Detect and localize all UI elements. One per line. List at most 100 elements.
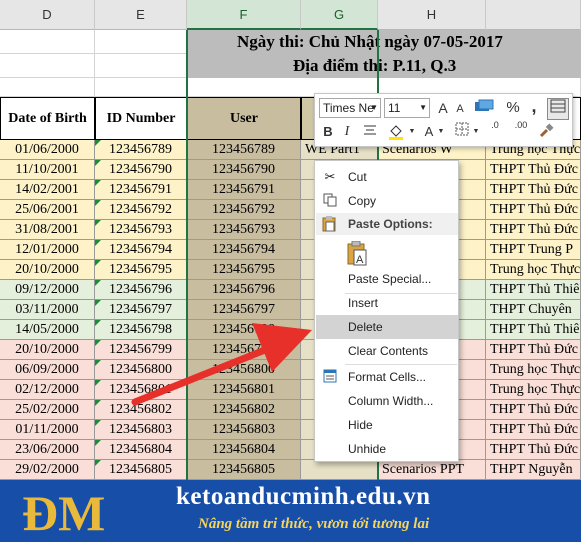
cell[interactable]	[95, 54, 187, 78]
font-size-combo[interactable]: 11 ▼	[384, 98, 430, 118]
table-row[interactable]: 03/11/2000123456797123456797ETHPT Chuyên	[0, 300, 581, 320]
cell-dob[interactable]: 29/02/2000	[0, 460, 95, 480]
menu-item-copy[interactable]: Copy	[316, 189, 458, 213]
grow-font-button[interactable]: A	[435, 98, 451, 118]
cell-dob[interactable]: 31/08/2001	[0, 220, 95, 240]
cell-user[interactable]: 123456793	[187, 220, 301, 240]
cell-h2[interactable]: Trung học Thực	[486, 260, 581, 280]
cell-dob[interactable]: 25/06/2001	[0, 200, 95, 220]
cell-user[interactable]: 123456790	[187, 160, 301, 180]
chevron-down-icon[interactable]: ▼	[408, 122, 416, 142]
borders-button[interactable]	[453, 122, 471, 142]
cell-h2[interactable]: THPT Thủ Đức	[486, 200, 581, 220]
cell-user[interactable]: 123456791	[187, 180, 301, 200]
cell-user[interactable]: 123456799	[187, 340, 301, 360]
bold-button[interactable]: B	[321, 122, 335, 142]
decrease-decimal-button[interactable]: .00	[509, 120, 533, 131]
table-row[interactable]: 20/10/2000123456795123456795WTrung học T…	[0, 260, 581, 280]
shrink-font-button[interactable]: A	[453, 99, 467, 119]
format-painter-toggle[interactable]	[547, 98, 569, 120]
column-header-f[interactable]: F	[187, 0, 301, 30]
cell-h2[interactable]: THPT Thủ Thiê	[486, 320, 581, 340]
cell[interactable]	[95, 78, 187, 97]
chevron-down-icon[interactable]: ▼	[437, 122, 445, 142]
menu-item-insert[interactable]: Insert	[316, 291, 458, 315]
column-header-e[interactable]: E	[95, 0, 187, 30]
cell-id[interactable]: 123456798	[95, 320, 187, 340]
table-row[interactable]: 01/11/2000123456803123456803PPTTHPT Thủ …	[0, 420, 581, 440]
align-center-button[interactable]	[361, 122, 379, 142]
table-row[interactable]: 11/10/2001123456790123456790WTHPT Thủ Đứ…	[0, 160, 581, 180]
cell-dob[interactable]: 01/11/2000	[0, 420, 95, 440]
table-row[interactable]: 20/10/2000123456799123456799PPTTHPT Thủ …	[0, 340, 581, 360]
cell-id[interactable]: 123456790	[95, 160, 187, 180]
cell-dob[interactable]: 01/06/2000	[0, 140, 95, 160]
italic-button[interactable]: I	[341, 122, 353, 142]
cell-h2[interactable]: Trung học Thực	[486, 360, 581, 380]
menu-item-format-cells[interactable]: Format Cells...	[316, 365, 458, 389]
format-painter-button[interactable]	[537, 122, 557, 144]
cell-dob[interactable]: 14/05/2000	[0, 320, 95, 340]
column-header-g[interactable]: G	[301, 0, 378, 30]
table-row[interactable]: 09/12/2000123456796123456796ETHPT Thủ Th…	[0, 280, 581, 300]
cell-user[interactable]: 123456800	[187, 360, 301, 380]
menu-item-unhide[interactable]: Unhide	[316, 437, 458, 461]
cell-h1[interactable]: Scenarios PPT	[378, 460, 486, 480]
table-row[interactable]: 12/01/2000123456794123456794WTHPT Trung …	[0, 240, 581, 260]
cell-user[interactable]: 123456803	[187, 420, 301, 440]
font-name-combo[interactable]: Times Ne ▼	[319, 98, 381, 118]
cell-id[interactable]: 123456800	[95, 360, 187, 380]
cell-id[interactable]: 123456793	[95, 220, 187, 240]
cell-dob[interactable]: 06/09/2000	[0, 360, 95, 380]
chevron-down-icon[interactable]: ▼	[472, 122, 480, 142]
cell-user[interactable]: 123456805	[187, 460, 301, 480]
cell-id[interactable]: 123456801	[95, 380, 187, 400]
cell-id[interactable]: 123456792	[95, 200, 187, 220]
cell-id[interactable]: 123456805	[95, 460, 187, 480]
table-row[interactable]: 14/02/2001123456791123456791WTHPT Thủ Đứ…	[0, 180, 581, 200]
cell-dob[interactable]: 03/11/2000	[0, 300, 95, 320]
accounting-format-button[interactable]	[471, 98, 497, 122]
cell-id[interactable]: 123456799	[95, 340, 187, 360]
cell-dob[interactable]: 25/02/2000	[0, 400, 95, 420]
cell-user[interactable]: 123456795	[187, 260, 301, 280]
cell-user[interactable]: 123456797	[187, 300, 301, 320]
menu-item-delete[interactable]: Delete	[316, 315, 458, 339]
table-row[interactable]: 31/08/2001123456793123456793WTHPT Thủ Đứ…	[0, 220, 581, 240]
cell-user[interactable]: 123456798	[187, 320, 301, 340]
cell-dob[interactable]: 23/06/2000	[0, 440, 95, 460]
cell-user[interactable]: 123456804	[187, 440, 301, 460]
cell-id[interactable]: 123456796	[95, 280, 187, 300]
cell-dob[interactable]: 20/10/2000	[0, 340, 95, 360]
comma-style-button[interactable]: ,	[527, 96, 541, 116]
menu-item-clear-contents[interactable]: Clear Contents	[316, 339, 458, 363]
table-row[interactable]: 02/12/2000123456801123456801PPTTrung học…	[0, 380, 581, 400]
column-header-d[interactable]: D	[0, 0, 95, 30]
cell[interactable]	[0, 54, 95, 78]
increase-decimal-button[interactable]: .0	[483, 120, 507, 131]
cell-user[interactable]: 123456789	[187, 140, 301, 160]
cell-h2[interactable]: THPT Thủ Đức	[486, 160, 581, 180]
cell-h2[interactable]: THPT Chuyên	[486, 300, 581, 320]
cell-user[interactable]: 123456796	[187, 280, 301, 300]
cell-id[interactable]: 123456804	[95, 440, 187, 460]
cell-id[interactable]: 123456797	[95, 300, 187, 320]
cell-h2[interactable]: THPT Thủ Đức	[486, 180, 581, 200]
column-header-i[interactable]	[486, 0, 581, 30]
cell-id[interactable]: 123456803	[95, 420, 187, 440]
cell-h2[interactable]: THPT Thủ Đức	[486, 420, 581, 440]
table-row[interactable]: 25/06/2001123456792123456792WTHPT Thủ Đứ…	[0, 200, 581, 220]
table-row[interactable]: 29/02/2000 123456805 123456805 Scenarios PP…	[0, 460, 581, 480]
cell-user[interactable]: 123456792	[187, 200, 301, 220]
menu-item-paste-special[interactable]: Paste Special...	[316, 267, 458, 291]
cell[interactable]	[0, 78, 95, 97]
cell-dob[interactable]: 14/02/2001	[0, 180, 95, 200]
cell-dob[interactable]: 12/01/2000	[0, 240, 95, 260]
cell-id[interactable]: 123456802	[95, 400, 187, 420]
cell-dob[interactable]: 11/10/2001	[0, 160, 95, 180]
cell-h2[interactable]: Trung học Thực	[486, 380, 581, 400]
cell-h2[interactable]: THPT Thủ Thiê	[486, 280, 581, 300]
menu-item-hide[interactable]: Hide	[316, 413, 458, 437]
exam-title-block[interactable]: Ngày thi: Chủ Nhật ngày 07-05-2017 Địa đ…	[187, 30, 581, 78]
cell-id[interactable]: 123456791	[95, 180, 187, 200]
